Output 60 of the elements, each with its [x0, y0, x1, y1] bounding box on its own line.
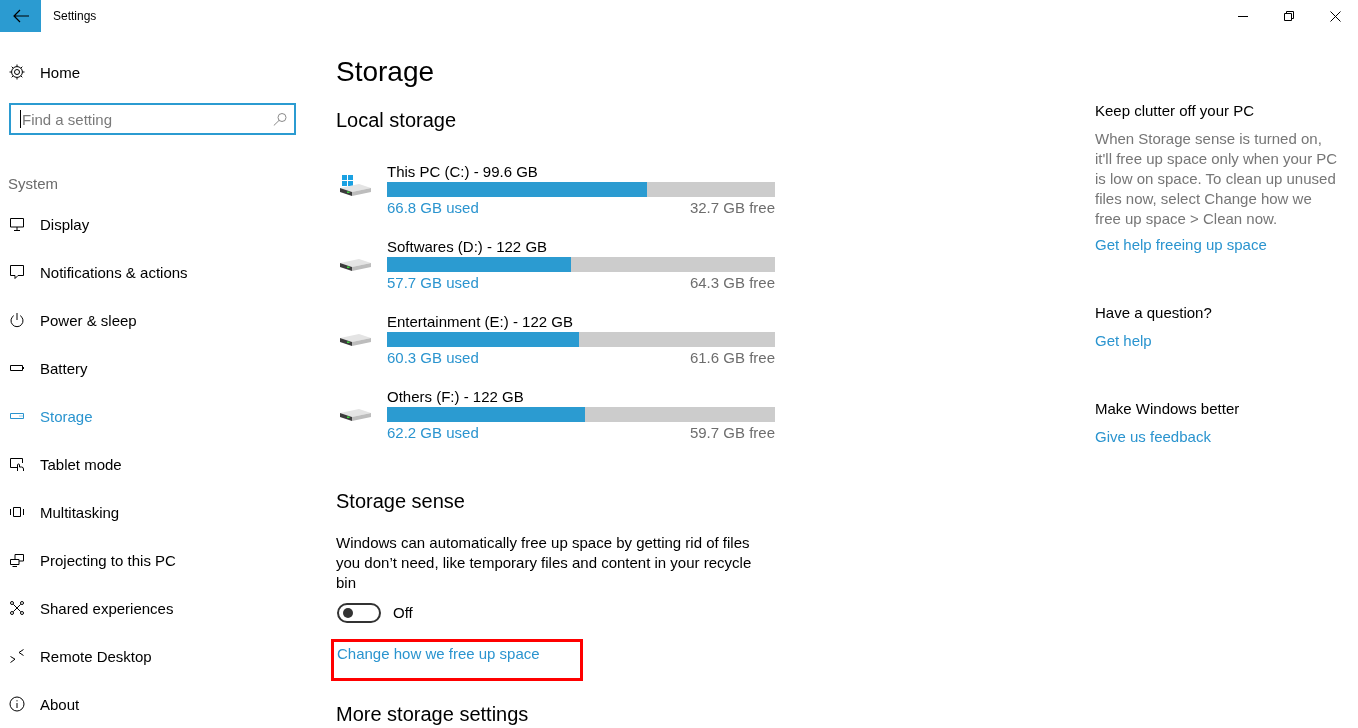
home-link[interactable]: Home — [0, 48, 88, 96]
used-space: 66.8 GB used — [387, 198, 479, 218]
nav-item[interactable]: About — [0, 680, 88, 728]
toggle-label: Off — [393, 603, 413, 623]
used-space: 57.7 GB used — [387, 273, 479, 293]
drive-name: This PC (C:) - 99.6 GB — [387, 162, 538, 182]
aside-heading: Keep clutter off your PC — [1095, 101, 1254, 121]
section-heading: Local storage — [336, 108, 457, 133]
power-icon — [9, 312, 25, 328]
used-space: 60.3 GB used — [387, 348, 479, 368]
search-field[interactable]: Find a setting — [9, 103, 296, 135]
hard-drive-icon — [340, 175, 371, 196]
toggle-switch[interactable] — [337, 603, 381, 623]
hard-drive-icon — [340, 259, 371, 271]
search-icon — [273, 112, 287, 126]
close-icon — [1329, 10, 1341, 22]
aside-heading: Make Windows better — [1095, 399, 1240, 419]
info-icon — [9, 696, 25, 712]
section-heading: Storage sense — [336, 489, 465, 514]
help-link[interactable]: Get help — [1095, 331, 1152, 351]
nav-item[interactable]: Remote Desktop — [0, 632, 160, 680]
nav-item[interactable]: Storage — [0, 392, 101, 440]
nav-item[interactable]: Display — [0, 200, 98, 248]
back-arrow-icon — [12, 9, 29, 23]
aside-heading: Have a question? — [1095, 303, 1212, 323]
description: Windows can automatically free up space by getting rid of files you don’t need, like temporary files and content in your recycle bin — [336, 533, 753, 593]
nav-item[interactable]: Projecting to this PC — [0, 536, 184, 584]
minimize-icon — [1238, 15, 1248, 17]
nav-item[interactable]: Notifications & actions — [0, 248, 196, 296]
free-space: 59.7 GB free — [689, 423, 775, 443]
back-button[interactable] — [0, 0, 41, 32]
section-heading: More storage settings — [336, 703, 529, 725]
gear-icon — [9, 64, 25, 80]
nav-item[interactable]: Battery — [0, 344, 96, 392]
drive-name: Others (F:) - 122 GB — [387, 387, 524, 407]
drive-name: Entertainment (E:) - 122 GB — [387, 312, 573, 332]
window-title: Settings — [53, 9, 97, 23]
window-stack-icon — [9, 504, 25, 520]
tablet-touch-icon — [9, 456, 25, 472]
drive-name: Softwares (D:) - 122 GB — [387, 237, 548, 257]
restore-icon — [1284, 11, 1294, 21]
monitor-icon — [9, 216, 25, 232]
nav-item[interactable]: Tablet mode — [0, 440, 130, 488]
speech-bubble-icon — [9, 264, 25, 280]
nav-item[interactable]: Multitasking — [0, 488, 128, 536]
nav-item[interactable]: Shared experiences — [0, 584, 182, 632]
page-title: Storage — [336, 55, 435, 89]
free-space: 61.6 GB free — [689, 348, 775, 368]
free-space: 32.7 GB free — [689, 198, 775, 218]
nav-item[interactable]: Power & sleep — [0, 296, 145, 344]
hard-drive-icon — [340, 409, 371, 421]
aside-text: When Storage sense is turned on, it'll free up space only when your PC is low on space. To clean up unused files now, select Change how we free up space > Clean now. — [1095, 129, 1339, 229]
free-space: 64.3 GB free — [689, 273, 775, 293]
two-screens-icon — [9, 552, 25, 568]
section-label: System — [8, 174, 58, 194]
nodes-icon — [9, 600, 25, 616]
text-cursor — [20, 110, 21, 128]
chevrons-icon — [9, 648, 25, 664]
hard-drive-icon — [340, 334, 371, 346]
used-space: 62.2 GB used — [387, 423, 479, 443]
